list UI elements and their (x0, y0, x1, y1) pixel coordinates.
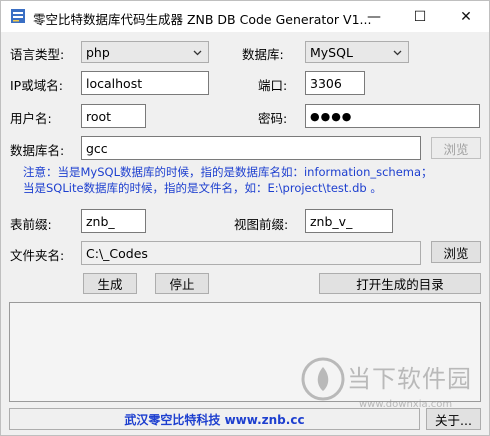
watermark-text: 当下软件园 (347, 365, 472, 393)
watermark-logo-icon (301, 357, 345, 401)
window-title: 零空比特数据库代码生成器 ZNB DB Code Generator V1... (33, 12, 372, 27)
app-window: 零空比特数据库代码生成器 ZNB DB Code Generator V1...… (0, 0, 490, 436)
chevron-down-icon (193, 50, 202, 56)
table-prefix-input[interactable]: znb_ (81, 209, 146, 233)
table-prefix-label: 表前缀: (10, 217, 52, 232)
close-button[interactable]: ✕ (443, 1, 489, 32)
database-select[interactable]: MySQL (305, 41, 409, 63)
minimize-button[interactable]: — (351, 1, 397, 32)
title-bar: 零空比特数据库代码生成器 ZNB DB Code Generator V1...… (1, 1, 489, 32)
app-icon (11, 9, 25, 23)
language-label: 语言类型: (10, 47, 65, 62)
user-label: 用户名: (10, 111, 52, 126)
user-input[interactable]: root (81, 104, 146, 128)
about-button[interactable]: 关于... (426, 408, 481, 430)
view-prefix-input[interactable]: znb_v_ (305, 209, 393, 233)
view-prefix-label: 视图前缀: (234, 217, 289, 232)
database-label: 数据库: (242, 47, 284, 62)
note-line-2: 当是SQLite数据库的时候，指的是文件名，如：E:\project\test.… (23, 181, 382, 195)
language-select[interactable]: php (81, 41, 209, 63)
browse-folder-button[interactable]: 浏览 (431, 241, 481, 263)
generate-button[interactable]: 生成 (83, 273, 137, 294)
password-label: 密码: (258, 111, 288, 126)
chevron-down-icon (393, 50, 402, 56)
host-input[interactable]: localhost (81, 71, 209, 95)
password-input[interactable]: ●●●● (305, 104, 480, 128)
note-line-1: 注意：当是MySQL数据库的时候，指的是数据库名如：information_sc… (23, 165, 433, 179)
dbname-label: 数据库名: (10, 143, 65, 158)
dbname-input[interactable]: gcc (81, 136, 421, 160)
database-value: MySQL (310, 44, 353, 60)
language-value: php (86, 44, 110, 60)
folder-input[interactable]: C:\_Codes (81, 241, 421, 265)
maximize-button[interactable]: ☐ (397, 1, 443, 32)
folder-label: 文件夹名: (10, 248, 65, 263)
browse-db-button[interactable]: 浏览 (431, 137, 481, 159)
host-label: IP或域名: (10, 78, 63, 93)
port-label: 端口: (258, 78, 288, 93)
status-company-text: 武汉零空比特科技 www.znb.cc (9, 408, 420, 430)
open-output-dir-button[interactable]: 打开生成的目录 (319, 273, 481, 294)
port-input[interactable]: 3306 (305, 71, 365, 95)
stop-button[interactable]: 停止 (155, 273, 209, 294)
